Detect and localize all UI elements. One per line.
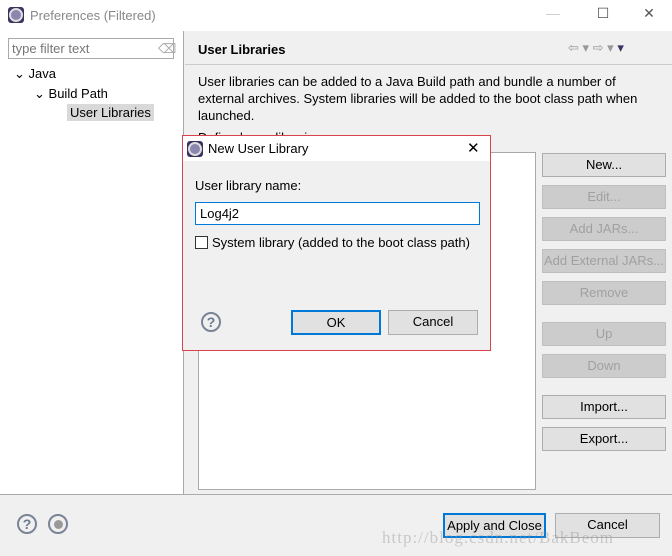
- help-icon[interactable]: ?: [17, 514, 37, 534]
- chevron-down-icon: ⌄: [14, 66, 25, 81]
- remove-button[interactable]: Remove: [542, 281, 666, 305]
- tree-item-java[interactable]: ⌄ Java: [14, 66, 56, 82]
- view-menu-icon[interactable]: ▾: [617, 40, 624, 55]
- new-button[interactable]: New...: [542, 153, 666, 177]
- import-export-icon[interactable]: [48, 514, 68, 534]
- page-title: User Libraries: [198, 42, 286, 57]
- up-button[interactable]: Up: [542, 322, 666, 346]
- system-library-checkbox[interactable]: [195, 236, 208, 249]
- page-description: User libraries can be added to a Java Bu…: [198, 74, 638, 123]
- dialog-cancel-button[interactable]: Cancel: [388, 310, 478, 335]
- export-button[interactable]: Export...: [542, 427, 666, 451]
- import-button[interactable]: Import...: [542, 395, 666, 419]
- window-title: Preferences (Filtered): [30, 8, 156, 23]
- filter-input[interactable]: [8, 38, 174, 59]
- clear-filter-icon[interactable]: ⌫: [158, 41, 176, 57]
- separator: [185, 64, 672, 65]
- ok-button[interactable]: OK: [291, 310, 381, 335]
- down-button[interactable]: Down: [542, 354, 666, 378]
- forward-arrow-icon[interactable]: ⇨: [593, 40, 604, 55]
- name-label: User library name:: [195, 178, 302, 193]
- tree-item-user-libraries[interactable]: User Libraries: [67, 104, 154, 121]
- watermark: http://blog.csdn.net/BakBeom: [382, 528, 614, 547]
- tree-item-build-path[interactable]: ⌄ Build Path: [34, 86, 108, 102]
- system-library-label: System library (added to the boot class …: [212, 235, 470, 250]
- add-jars-button[interactable]: Add JARs...: [542, 217, 666, 241]
- chevron-down-icon: ⌄: [34, 86, 45, 101]
- close-button[interactable]: ✕: [634, 5, 664, 25]
- dialog-close-icon[interactable]: ✕: [467, 139, 480, 157]
- library-name-input[interactable]: [195, 202, 480, 225]
- back-arrow-icon[interactable]: ⇦: [568, 40, 579, 55]
- help-icon[interactable]: ?: [201, 312, 221, 332]
- dialog-title: New User Library: [208, 141, 309, 156]
- eclipse-logo-icon: [8, 7, 24, 23]
- minimize-button[interactable]: —: [538, 5, 568, 25]
- maximize-button[interactable]: ☐: [588, 5, 618, 25]
- footer-separator: [0, 494, 672, 495]
- back-nav[interactable]: ⇦ ▾ ⇨ ▾ ▾: [568, 40, 624, 56]
- new-user-library-dialog: New User Library ✕ User library name: Sy…: [182, 135, 491, 351]
- title-bar: Preferences (Filtered) — ☐ ✕: [0, 0, 672, 31]
- dialog-title-bar: New User Library ✕: [183, 136, 490, 161]
- eclipse-logo-icon: [187, 141, 203, 157]
- edit-button[interactable]: Edit...: [542, 185, 666, 209]
- tree-label: Java: [28, 66, 56, 81]
- tree-label: Build Path: [48, 86, 108, 101]
- add-external-jars-button[interactable]: Add External JARs...: [542, 249, 666, 273]
